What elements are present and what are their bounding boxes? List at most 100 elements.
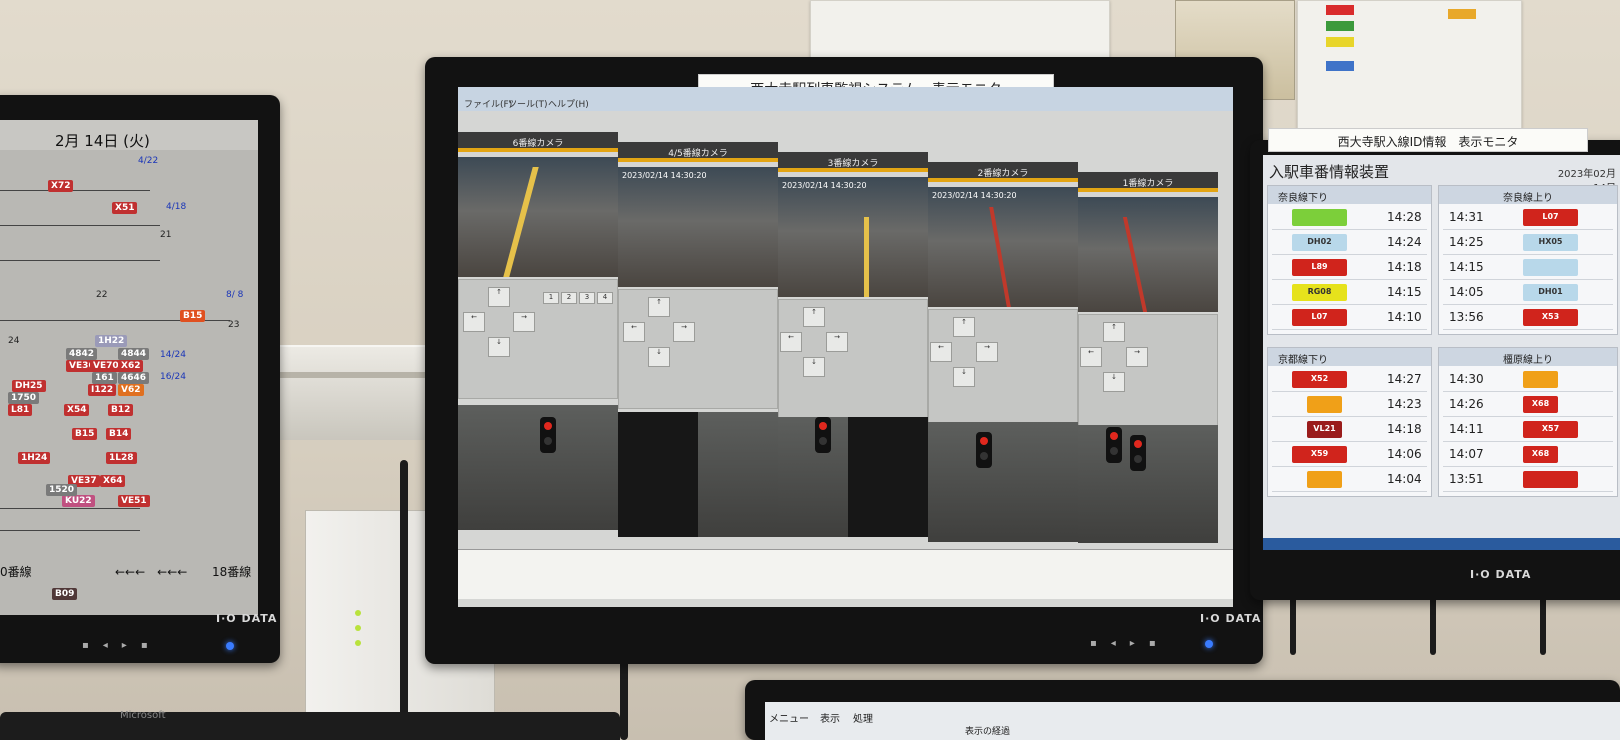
left-date-header: 2月 14日 (火) <box>55 132 150 150</box>
pan-left-button[interactable]: ← <box>780 332 802 352</box>
camera-view-1[interactable] <box>1078 197 1218 312</box>
train-tag: 161 <box>92 372 117 384</box>
camera-view-45[interactable]: 2023/02/14 14:30:20 <box>618 167 778 287</box>
center-monitor-controls[interactable]: ▪◂▸▪ <box>1090 638 1170 649</box>
right-monitor-label: 西大寺駅入線ID情報 表示モニタ <box>1268 128 1588 152</box>
train-id-box <box>1523 471 1578 488</box>
pan-right-button[interactable]: → <box>513 312 535 332</box>
panel-title: 奈良線上り <box>1439 186 1617 204</box>
panel-row: 14:26 X68 <box>1443 393 1613 417</box>
menu-tools[interactable]: ツール(T) <box>508 97 548 110</box>
signal-view-45[interactable] <box>698 412 778 537</box>
left-monitor-controls[interactable]: ▪◂▸▪ <box>82 640 162 651</box>
pan-left-button[interactable]: ← <box>930 342 952 362</box>
panel-row: 13:51 <box>1443 468 1613 492</box>
camera-view-6[interactable] <box>458 157 618 277</box>
bottom-right-track: 18番線 <box>212 565 252 579</box>
pan-down-button[interactable]: ↓ <box>803 357 825 377</box>
router-led <box>355 625 361 631</box>
preset-3-button[interactable]: 3 <box>579 292 595 304</box>
track-marker: 8/ 8 <box>226 290 244 300</box>
train-tag: B12 <box>108 404 134 416</box>
train-id-box <box>1523 371 1558 388</box>
pan-down-button[interactable]: ↓ <box>488 337 510 357</box>
panel-row: 14:30 <box>1443 368 1613 392</box>
windows-taskbar[interactable] <box>1263 538 1620 550</box>
pan-right-button[interactable]: → <box>826 332 848 352</box>
panel-row: VL21 14:18 <box>1272 418 1427 442</box>
train-tag: X54 <box>64 404 90 416</box>
menu-menu[interactable]: メニュー <box>769 710 809 725</box>
panel-row: DH02 14:24 <box>1272 231 1427 255</box>
camera-timestamp: 2023/02/14 14:30:20 <box>782 181 867 190</box>
panel-nara-up: 奈良線上り 14:31 L07 14:25 HX05 14:15 14:05 DH01… <box>1438 185 1618 335</box>
train-tag: B15 <box>72 428 98 440</box>
pan-down-button[interactable]: ↓ <box>648 347 670 367</box>
camera-controls-3[interactable] <box>778 299 928 419</box>
signal-view-blank <box>848 417 928 537</box>
track-marker: 4/18 <box>166 202 187 212</box>
pan-left-button[interactable]: ← <box>463 312 485 332</box>
pan-right-button[interactable]: → <box>673 322 695 342</box>
preset-2-button[interactable]: 2 <box>561 292 577 304</box>
arrival-time: 14:10 <box>1387 310 1422 324</box>
pan-right-button[interactable]: → <box>1126 347 1148 367</box>
train-id-box: X57 <box>1523 421 1578 438</box>
train-tag: 1H24 <box>18 452 51 464</box>
cable-rail-groove <box>275 372 435 378</box>
train-tag: KU22 <box>62 495 95 507</box>
train-id-box <box>1307 471 1342 488</box>
track-line <box>0 225 160 226</box>
train-tag: 1H22 <box>95 335 128 347</box>
left-monitor-brand: I·O DATA <box>216 612 278 625</box>
train-id-box: L07 <box>1292 309 1347 326</box>
pan-down-button[interactable]: ↓ <box>953 367 975 387</box>
camera-controls-2[interactable] <box>928 309 1078 429</box>
camera-view-2[interactable]: 2023/02/14 14:30:20 <box>928 187 1078 307</box>
arrival-time: 14:06 <box>1387 447 1422 461</box>
pan-left-button[interactable]: ← <box>1080 347 1102 367</box>
arrival-time: 13:51 <box>1449 472 1484 486</box>
camera-controls-1[interactable] <box>1078 314 1218 429</box>
pan-left-button[interactable]: ← <box>623 322 645 342</box>
menu-process[interactable]: 処理 <box>853 710 873 725</box>
pan-down-button[interactable]: ↓ <box>1103 372 1125 392</box>
pan-up-button[interactable]: ↑ <box>1103 322 1125 342</box>
arrival-time: 14:11 <box>1449 422 1484 436</box>
menu-view[interactable]: 表示 <box>820 710 840 725</box>
preset-4-button[interactable]: 4 <box>597 292 613 304</box>
camera-controls-45[interactable] <box>618 289 778 409</box>
pan-up-button[interactable]: ↑ <box>488 287 510 307</box>
bottom-status-label: 表示の経過 <box>965 727 1011 737</box>
status-log <box>458 549 1233 599</box>
arrival-time: 14:15 <box>1387 285 1422 299</box>
right-monitor-brand: I·O DATA <box>1470 568 1532 581</box>
signal-light <box>1106 427 1122 463</box>
panel-row: L89 14:18 <box>1272 256 1427 280</box>
center-power-icon[interactable] <box>1205 640 1213 648</box>
router-led <box>355 640 361 646</box>
panel-row: 14:11 X57 <box>1443 418 1613 442</box>
train-id-box: X52 <box>1292 371 1347 388</box>
pan-up-button[interactable]: ↑ <box>953 317 975 337</box>
train-tag: 1520 <box>46 484 78 496</box>
keyboard[interactable]: Microsoft <box>0 710 620 740</box>
signal-view-1[interactable] <box>1078 425 1218 543</box>
pan-right-button[interactable]: → <box>976 342 998 362</box>
menu-help[interactable]: ヘルプ(H) <box>548 97 589 110</box>
bottom-monitor-screen: メニュー 表示 処理 表示の経過 <box>765 702 1620 740</box>
camera-view-3[interactable]: 2023/02/14 14:30:20 <box>778 177 928 297</box>
signal-view-6[interactable] <box>458 405 618 530</box>
train-tag: B14 <box>106 428 132 440</box>
arrival-time: 14:07 <box>1449 447 1484 461</box>
signal-view-2[interactable] <box>928 422 1078 542</box>
pan-up-button[interactable]: ↑ <box>803 307 825 327</box>
signal-view-3[interactable] <box>778 417 848 537</box>
preset-1-button[interactable]: 1 <box>543 292 559 304</box>
train-tag: X72 <box>48 180 74 192</box>
left-power-icon[interactable] <box>226 642 234 650</box>
panel-row: 14:15 <box>1443 256 1613 280</box>
pan-up-button[interactable]: ↑ <box>648 297 670 317</box>
cable <box>1430 595 1436 655</box>
menu-file[interactable]: ファイル(F) <box>464 97 512 110</box>
